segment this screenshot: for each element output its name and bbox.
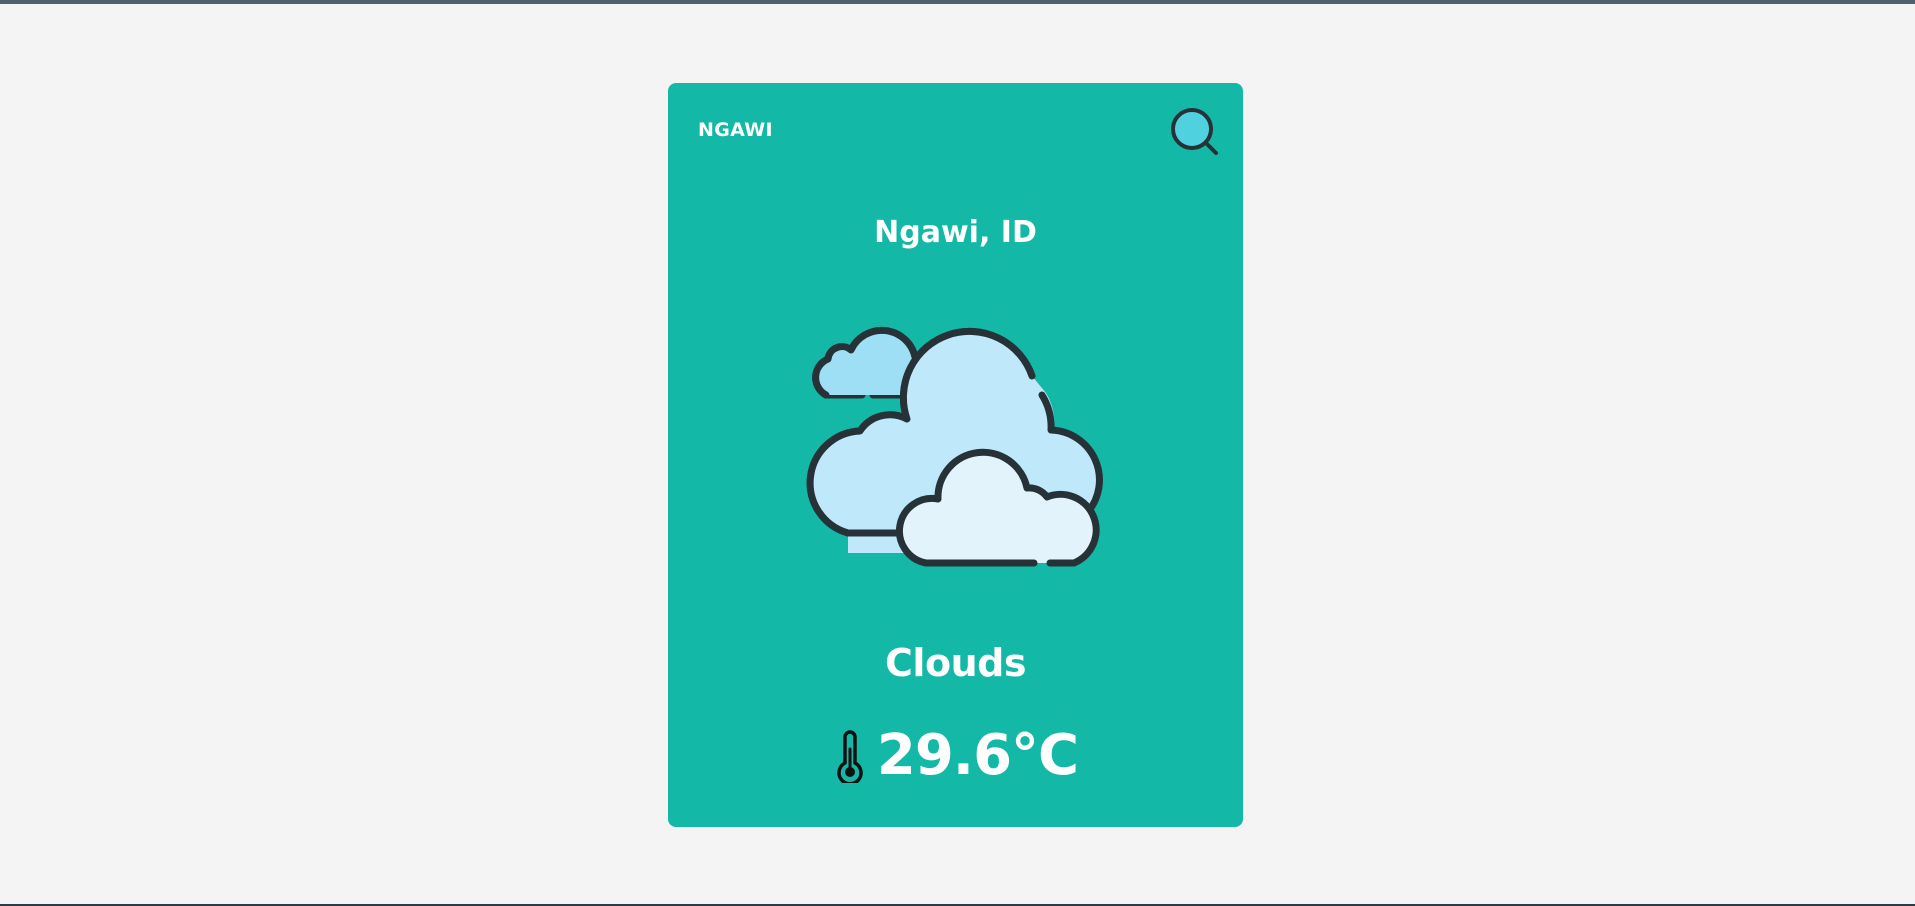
location-title: Ngawi, ID <box>874 215 1037 250</box>
search-icon <box>1171 108 1218 155</box>
thermometer-icon <box>837 729 863 783</box>
weather-card: NGAWI Ngawi, ID Clouds 29.6°C <box>668 83 1243 827</box>
window-top-border <box>0 0 1915 4</box>
search-button[interactable] <box>1168 105 1224 161</box>
temperature-value: 29.6°C <box>876 723 1079 788</box>
weather-condition: Clouds <box>885 641 1026 685</box>
clouds-icon <box>806 326 1103 567</box>
temperature-row: 29.6°C <box>668 723 1243 788</box>
city-code-label: NGAWI <box>698 119 773 141</box>
